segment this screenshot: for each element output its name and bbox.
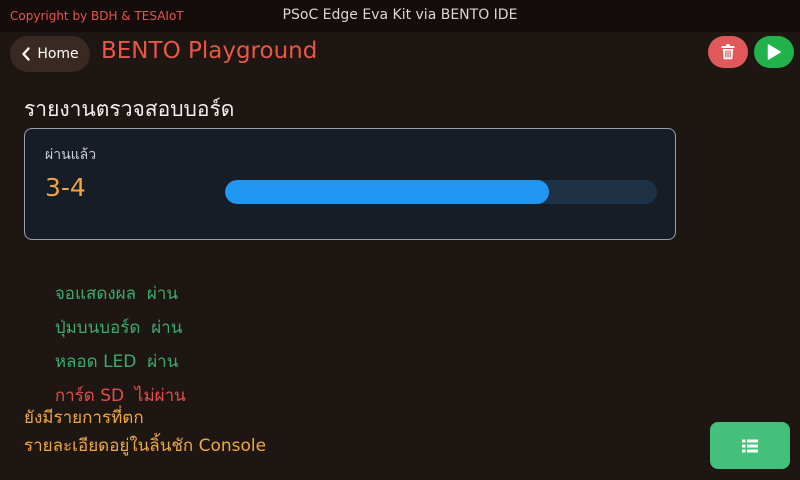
passed-count: 3-4 <box>45 173 86 202</box>
result-row-sd-card: การ์ด SD ไม่ผ่าน <box>44 362 186 409</box>
result-status: ไม่ผ่าน <box>134 386 186 406</box>
result-item: การ์ด SD <box>54 386 125 406</box>
progress-bar <box>225 180 657 204</box>
console-hint: รายละเอียดอยู่ในลิ้นชัก Console <box>24 436 267 456</box>
list-icon <box>742 439 758 453</box>
progress-fill <box>225 180 549 204</box>
failure-note: ยังมีรายการที่ตก <box>24 408 144 428</box>
report-title: รายงานตรวจสอบบอร์ด <box>24 97 235 121</box>
app-title: BENTO Playground <box>101 38 318 64</box>
console-drawer-button[interactable] <box>710 422 790 469</box>
play-icon <box>767 44 781 60</box>
home-button[interactable]: Home <box>10 36 90 72</box>
window-title: PSoC Edge Eva Kit via BENTO IDE <box>282 7 518 23</box>
passed-label: ผ่านแล้ว <box>45 147 97 163</box>
top-bar: Copyright by BDH & TESAIoT PSoC Edge Eva… <box>0 0 800 32</box>
run-button[interactable] <box>754 36 794 68</box>
summary-card: ผ่านแล้ว 3-4 <box>24 128 676 240</box>
delete-button[interactable] <box>708 36 748 68</box>
trash-icon <box>721 44 735 60</box>
chevron-left-icon <box>21 47 31 61</box>
home-button-label: Home <box>37 46 79 62</box>
